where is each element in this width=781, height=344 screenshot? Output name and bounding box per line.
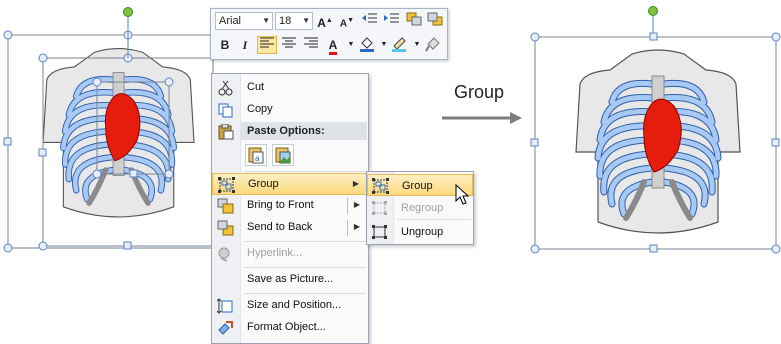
group-menu-item[interactable]: Group ▶ [212, 173, 368, 195]
send-to-back-label: Send to Back [247, 221, 313, 233]
paste-picture-button[interactable] [272, 144, 294, 166]
increase-indent-button[interactable] [382, 12, 402, 30]
hyperlink-icon [218, 247, 230, 262]
bold-button[interactable]: B [215, 36, 235, 54]
group-submenu-label: Group [402, 180, 433, 192]
bring-forward-icon [406, 12, 422, 26]
chest-diagram-left[interactable] [0, 0, 215, 260]
paste-picture-icon [275, 147, 291, 164]
cut-menu-item[interactable]: Cut [212, 77, 368, 99]
scissors-icon [218, 80, 233, 96]
copy-menu-item[interactable]: Copy [212, 99, 368, 121]
chevron-down-icon[interactable]: ▼ [262, 13, 270, 29]
font-size-combo[interactable]: 18 ▼ [275, 12, 313, 30]
group-label: Group [248, 178, 279, 190]
bring-forward-button[interactable] [404, 12, 424, 30]
format-object-icon [218, 321, 233, 335]
clipboard-icon [218, 124, 234, 140]
group-icon [372, 178, 389, 194]
send-backward-button[interactable] [425, 12, 445, 30]
align-left-button[interactable] [257, 36, 277, 54]
chest-illustration [530, 6, 781, 254]
right-arrow-icon [442, 112, 522, 124]
ungroup-label: Ungroup [401, 226, 444, 238]
menu-separator [244, 241, 366, 242]
shrink-font-button[interactable]: A▼ [337, 12, 357, 30]
chevron-right-icon: ▶ [352, 179, 359, 188]
menu-separator [244, 171, 366, 172]
rotate-handle-icon [648, 6, 658, 16]
paint-bucket-icon [360, 37, 374, 52]
italic-button[interactable]: I [235, 36, 255, 54]
hyperlink-label: Hyperlink... [247, 247, 303, 259]
copy-label: Copy [247, 103, 273, 115]
bring-to-front-menu-item[interactable]: Bring to Front ▶ [212, 195, 368, 217]
paste-source-icon: a [248, 147, 264, 164]
send-to-back-icon [217, 220, 234, 236]
font-name-combo[interactable]: Arial ▼ [215, 12, 273, 30]
decrease-indent-button[interactable] [360, 12, 380, 30]
chevron-right-icon[interactable]: ▶ [354, 200, 360, 209]
regroup-icon [372, 201, 387, 215]
send-to-back-menu-item[interactable]: Send to Back ▶ [212, 217, 368, 239]
split-divider [347, 198, 348, 214]
ungroup-icon [372, 225, 387, 239]
save-as-picture-label: Save as Picture... [247, 273, 334, 285]
context-menu: Cut Copy Paste Options: a Group ▶ Bring … [211, 73, 369, 344]
ungroup-submenu-item[interactable]: Ungroup [367, 221, 473, 243]
rotate-handle-icon [123, 7, 133, 17]
align-right-icon [304, 37, 318, 48]
svg-text:a: a [255, 154, 260, 163]
format-painter-button[interactable] [423, 36, 443, 54]
size-and-position-menu-item[interactable]: Size and Position... [212, 295, 368, 317]
center-button[interactable] [279, 36, 299, 54]
align-right-button[interactable] [301, 36, 321, 54]
hyperlink-menu-item[interactable]: Hyperlink... [212, 243, 368, 265]
decrease-indent-icon [362, 13, 377, 23]
paste-options-label: Paste Options: [247, 125, 325, 137]
align-left-icon [260, 37, 274, 48]
arrow-label: Group [454, 82, 505, 102]
menu-separator [244, 267, 366, 268]
mini-toolbar: Arial ▼ 18 ▼ A▲ A▼ B I A ▼ ▼ ▼ [210, 8, 448, 60]
mouse-cursor-icon [455, 184, 469, 205]
increase-indent-icon [384, 13, 399, 23]
align-center-icon [282, 37, 296, 48]
group-submenu: Group Regroup Ungroup [366, 171, 474, 245]
font-name-value: Arial [219, 15, 242, 27]
format-painter-icon [425, 37, 440, 52]
size-position-icon [217, 298, 233, 314]
chest-diagram-right[interactable] [528, 0, 781, 260]
chevron-right-icon[interactable]: ▶ [354, 222, 360, 231]
size-and-position-label: Size and Position... [247, 299, 342, 311]
shape-outline-button[interactable] [389, 36, 409, 54]
format-object-label: Format Object... [247, 321, 326, 333]
font-color-button[interactable]: A [323, 36, 343, 55]
menu-separator [397, 219, 471, 220]
bring-to-front-icon [217, 198, 234, 214]
chest-illustration [3, 7, 214, 253]
split-divider [347, 220, 348, 236]
send-backward-icon [427, 12, 443, 26]
save-as-picture-menu-item[interactable]: Save as Picture... [212, 269, 368, 291]
pen-outline-icon [392, 37, 406, 52]
menu-separator [244, 293, 366, 294]
grow-font-button[interactable]: A▲ [315, 12, 335, 30]
bring-to-front-label: Bring to Front [247, 199, 314, 211]
font-size-value: 18 [279, 15, 292, 27]
cut-label: Cut [247, 81, 265, 93]
regroup-label: Regroup [401, 202, 444, 214]
paste-keep-source-button[interactable]: a [245, 144, 267, 166]
copy-icon [218, 103, 233, 118]
format-object-menu-item[interactable]: Format Object... [212, 317, 368, 339]
group-icon [218, 177, 235, 193]
chevron-down-icon[interactable]: ▼ [302, 13, 310, 29]
paste-options-header: Paste Options: [241, 122, 367, 140]
